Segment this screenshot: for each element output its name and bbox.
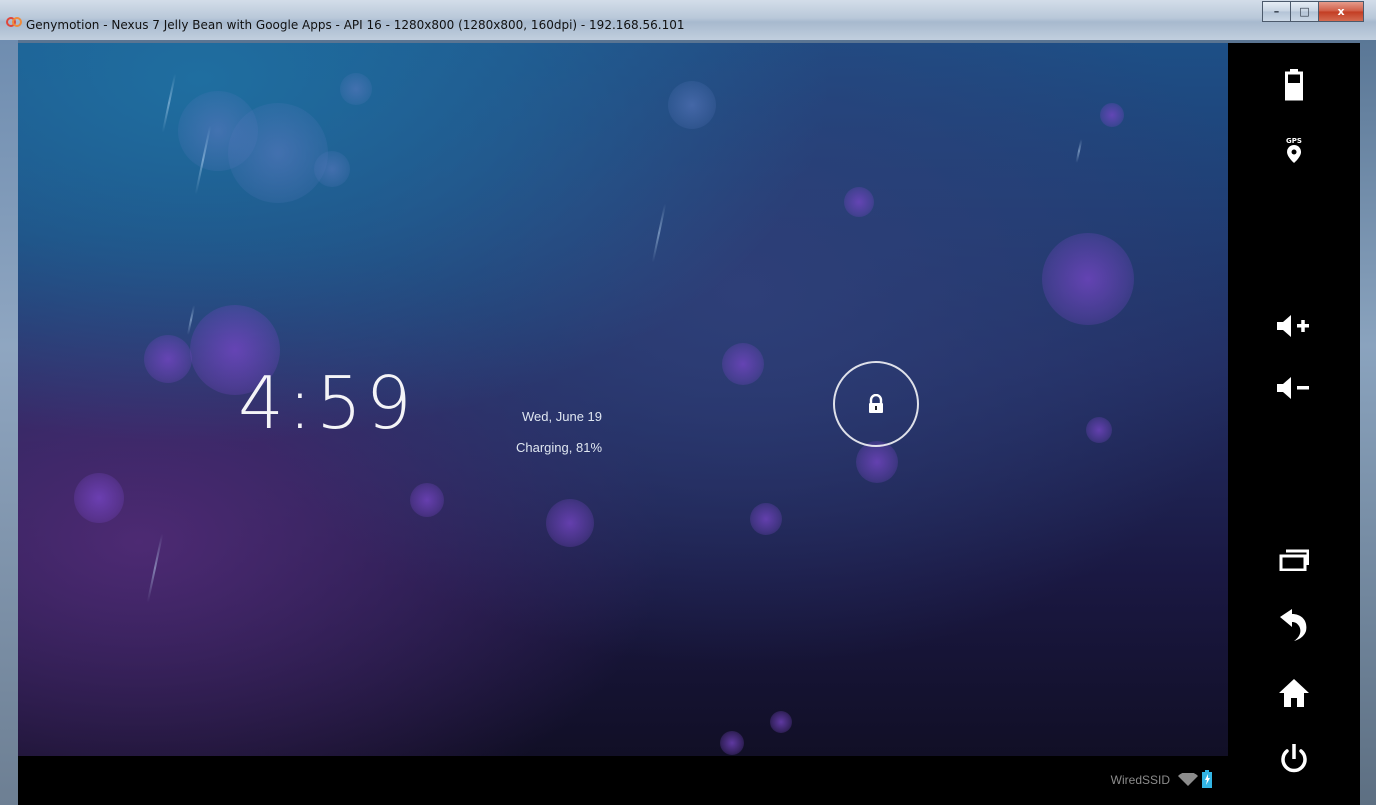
wallpaper-orb bbox=[340, 73, 372, 105]
lockscreen-clock: 4:59 bbox=[238, 361, 416, 445]
wallpaper-streak bbox=[161, 73, 177, 133]
window-controls: – □ x bbox=[1262, 1, 1364, 22]
wallpaper-streak bbox=[651, 203, 667, 263]
minimize-button[interactable]: – bbox=[1262, 1, 1291, 22]
android-lockscreen[interactable]: 4:59 bbox=[18, 43, 1228, 756]
wallpaper-streak bbox=[146, 533, 164, 603]
wallpaper-orb bbox=[722, 343, 764, 385]
wifi-icon bbox=[1178, 773, 1198, 786]
power-button[interactable] bbox=[1279, 743, 1309, 775]
wallpaper-orb bbox=[410, 483, 444, 517]
wallpaper-orb bbox=[856, 441, 898, 483]
emulator-window: Genymotion - Nexus 7 Jelly Bean with Goo… bbox=[0, 0, 1376, 805]
window-right-border bbox=[1360, 40, 1376, 805]
genymotion-logo-icon bbox=[6, 17, 22, 27]
title-bar[interactable]: Genymotion - Nexus 7 Jelly Bean with Goo… bbox=[0, 0, 1376, 40]
wallpaper-orb bbox=[844, 187, 874, 217]
gps-label: GPS bbox=[1286, 137, 1302, 145]
wallpaper-orb bbox=[314, 151, 350, 187]
volume-down-icon bbox=[1277, 377, 1309, 399]
gps-button[interactable]: GPS bbox=[1286, 137, 1302, 163]
wallpaper-orb bbox=[228, 103, 328, 203]
wallpaper-orb bbox=[668, 81, 716, 129]
lockscreen-charging-status: Charging, 81% bbox=[516, 440, 602, 455]
lock-icon bbox=[869, 394, 883, 413]
wallpaper-orb bbox=[720, 731, 744, 755]
wallpaper-orb bbox=[770, 711, 792, 733]
window-title: Genymotion - Nexus 7 Jelly Bean with Goo… bbox=[26, 18, 685, 32]
battery-button[interactable] bbox=[1285, 69, 1303, 101]
window-left-border bbox=[0, 40, 18, 805]
home-button[interactable] bbox=[1279, 679, 1309, 707]
wallpaper-orb bbox=[1100, 103, 1124, 127]
battery-icon bbox=[1285, 69, 1303, 101]
wallpaper-orb bbox=[750, 503, 782, 535]
volume-down-button[interactable] bbox=[1277, 377, 1311, 399]
unlock-handle[interactable] bbox=[833, 361, 919, 447]
android-status-bar: WiredSSID bbox=[18, 756, 1228, 805]
battery-status-icon bbox=[1202, 770, 1212, 788]
gps-icon bbox=[1286, 145, 1301, 163]
volume-up-button[interactable] bbox=[1277, 315, 1311, 337]
wifi-ssid-label: WiredSSID bbox=[1110, 773, 1170, 787]
maximize-button[interactable]: □ bbox=[1291, 1, 1319, 22]
wallpaper-streak bbox=[1075, 139, 1083, 163]
close-button[interactable]: x bbox=[1319, 1, 1364, 22]
back-button[interactable] bbox=[1280, 609, 1308, 641]
wallpaper-orb bbox=[144, 335, 192, 383]
genymotion-sidebar: GPS bbox=[1228, 43, 1360, 805]
home-icon bbox=[1279, 679, 1309, 707]
wallpaper-orb bbox=[546, 499, 594, 547]
lockscreen-date: Wed, June 19 bbox=[522, 409, 602, 424]
wallpaper-orb bbox=[1042, 233, 1134, 325]
volume-up-icon bbox=[1277, 315, 1309, 337]
back-icon bbox=[1280, 609, 1307, 641]
recent-apps-button[interactable] bbox=[1279, 549, 1309, 571]
recent-apps-icon bbox=[1279, 549, 1309, 571]
power-icon bbox=[1281, 744, 1307, 773]
wallpaper-orb bbox=[74, 473, 124, 523]
wallpaper-orb bbox=[1086, 417, 1112, 443]
